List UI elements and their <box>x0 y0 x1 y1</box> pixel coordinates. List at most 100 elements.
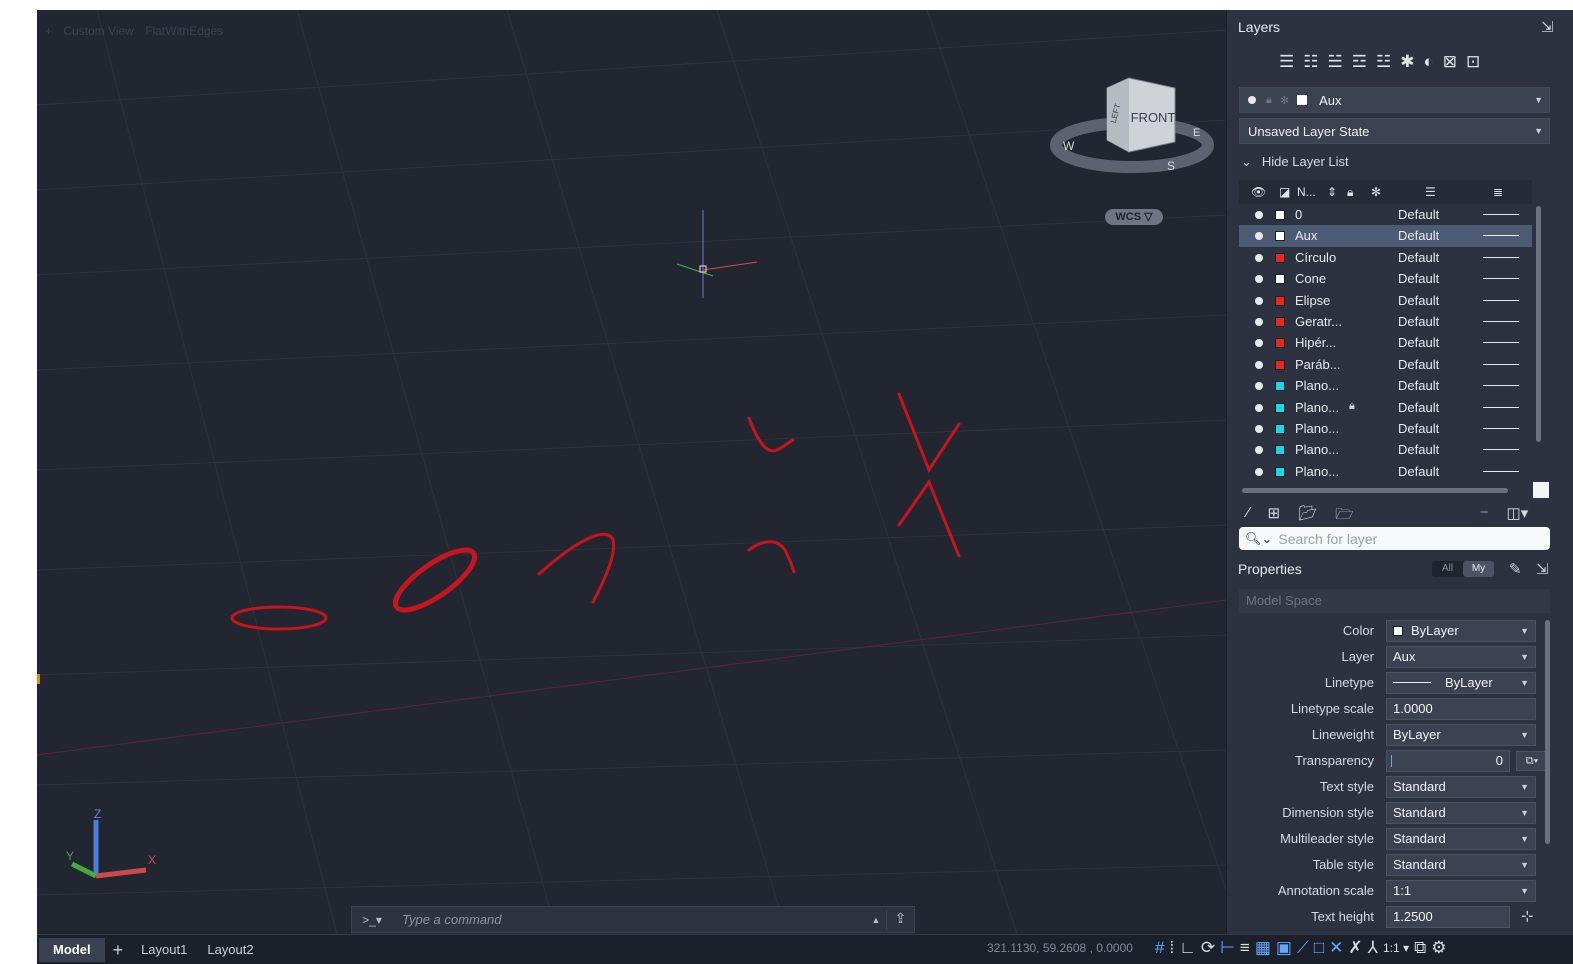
lock-column-icon[interactable]: 🔒︎ <box>1347 185 1353 200</box>
layer-linetype[interactable]: Default <box>1398 207 1439 222</box>
layer-lineweight-line[interactable] <box>1483 363 1519 365</box>
property-value-field[interactable]: 0 <box>1386 750 1510 772</box>
layer-list[interactable]: 0 Default Aux Default Círculo Default Cone Defa… <box>1239 204 1532 480</box>
compass-w[interactable]: W <box>1063 139 1075 153</box>
add-layout-button[interactable]: + <box>105 938 132 962</box>
layer-on-icon[interactable] <box>1255 446 1263 455</box>
layer-color-swatch[interactable] <box>1275 210 1285 220</box>
property-value-field[interactable]: Standard ▼ <box>1386 802 1536 824</box>
layer-on-icon[interactable] <box>1255 467 1263 476</box>
layer-linetype[interactable]: Default <box>1398 271 1439 286</box>
layer-name[interactable]: Paráb... <box>1295 357 1341 372</box>
layer-on-icon[interactable] <box>1255 382 1263 391</box>
layer-lineweight-line[interactable] <box>1483 235 1519 237</box>
save-folder-icon[interactable]: 🗁︎ <box>1335 504 1354 529</box>
tab-layout1[interactable]: Layout1 <box>131 938 197 962</box>
settings-gear-icon[interactable]: ⚙ <box>1431 938 1446 958</box>
layer-on-icon[interactable] <box>1255 211 1263 219</box>
layer-row[interactable]: 0 Default <box>1239 204 1532 225</box>
quick-select-icon[interactable]: ✎ <box>1509 560 1522 578</box>
layer-name[interactable]: Plano... <box>1295 421 1339 436</box>
layer-name[interactable]: Elipse <box>1295 293 1330 308</box>
layer-properties-icon[interactable]: ☰ <box>1279 52 1294 72</box>
transparency-slider-thumb[interactable] <box>1391 755 1392 767</box>
lineweight-toggle-icon[interactable]: ▦ <box>1255 938 1271 958</box>
layer-row[interactable]: Hipér... Default <box>1239 332 1532 353</box>
layer-on-icon[interactable] <box>1255 403 1263 412</box>
layer-list-vscrollbar[interactable] <box>1536 206 1541 442</box>
layer-lineweight-line[interactable] <box>1483 427 1519 429</box>
dock-properties-icon[interactable]: ⇲ <box>1536 560 1549 578</box>
layer-name[interactable]: Plano... <box>1295 378 1339 393</box>
layer-on-icon[interactable] <box>1255 296 1263 305</box>
annotation-scale-value[interactable]: 1:1 ▾ <box>1383 941 1409 958</box>
layer-match-icon[interactable]: ☷ <box>1303 52 1318 72</box>
layer-on-icon[interactable] <box>1255 317 1263 326</box>
tab-model[interactable]: Model <box>39 937 105 962</box>
layer-name[interactable]: Geratr... <box>1295 314 1342 329</box>
layer-linetype[interactable]: Default <box>1398 357 1439 372</box>
layer-lineweight-line[interactable] <box>1483 470 1519 472</box>
lock-icon[interactable]: 🔒︎ <box>1349 400 1355 413</box>
command-line[interactable]: >_▾ Type a command ▲ ⇪ <box>351 906 915 933</box>
layer-row[interactable]: Aux Default <box>1239 225 1532 247</box>
annotation-visibility-icon[interactable]: ✕ <box>1329 938 1343 958</box>
layer-lineweight-line[interactable] <box>1483 342 1519 344</box>
layer-color-swatch[interactable] <box>1275 295 1285 306</box>
dock-layers-icon[interactable]: ⇲ <box>1541 18 1554 36</box>
layer-isolate-icon[interactable]: ☲ <box>1352 52 1367 72</box>
layer-lineweight-line[interactable] <box>1483 449 1519 451</box>
color-column-icon[interactable]: ◪ <box>1279 185 1290 199</box>
layer-color-swatch[interactable] <box>1275 466 1285 477</box>
visual-style-label[interactable]: FlatWithEdges <box>145 24 223 38</box>
layer-linetype[interactable]: Default <box>1398 314 1439 329</box>
command-input[interactable]: Type a command <box>392 912 866 927</box>
layer-freeze-icon[interactable]: ✱ <box>1400 52 1414 72</box>
current-layer-dropdown[interactable]: 🔒︎ ✻ Aux ▼ <box>1239 87 1550 113</box>
property-value-field[interactable]: ByLayer ▼ <box>1386 672 1536 694</box>
filter-all[interactable]: All <box>1432 561 1463 577</box>
layer-color-swatch[interactable] <box>1275 359 1285 370</box>
layer-color-swatch[interactable] <box>1275 338 1285 349</box>
layer-row[interactable]: Cone Default <box>1239 268 1532 289</box>
layer-lineweight-line[interactable] <box>1483 385 1519 387</box>
layer-on-icon[interactable] <box>1255 275 1263 284</box>
property-value-field[interactable]: ByLayer ▼ <box>1386 724 1536 746</box>
lineweight-column-icon[interactable]: ≣ <box>1493 185 1503 199</box>
layer-name[interactable]: Aux <box>1295 228 1317 243</box>
layer-name[interactable]: Plano... <box>1295 464 1339 479</box>
property-value-field[interactable]: Aux ▼ <box>1386 646 1536 668</box>
property-value-field[interactable]: Standard ▼ <box>1386 828 1536 850</box>
layer-row[interactable]: Elipse Default <box>1239 290 1532 311</box>
property-value-field[interactable]: ByLayer ▼ <box>1386 620 1536 642</box>
layer-lineweight-line[interactable] <box>1483 256 1519 258</box>
layer-linetype[interactable]: Default <box>1398 400 1439 415</box>
columns-menu-icon[interactable]: ◫▾ <box>1507 504 1529 529</box>
auto-scale-icon[interactable]: ✗ <box>1348 938 1362 958</box>
name-column-header[interactable]: N... <box>1297 185 1316 199</box>
layer-name[interactable]: 0 <box>1295 207 1302 222</box>
layer-row[interactable]: Círculo Default <box>1239 247 1532 268</box>
share-icon[interactable]: ⇪ <box>886 909 914 930</box>
selection-cycling-icon[interactable]: ⟋ <box>1297 938 1309 958</box>
linetype-column-icon[interactable]: ☰ <box>1425 185 1436 199</box>
drawing-viewport[interactable]: + Custom View FlatWithEdges FRONT LEFT W… <box>37 10 1226 934</box>
layer-name[interactable]: Plano... <box>1295 442 1339 457</box>
property-value-field[interactable]: 1.0000 <box>1386 698 1536 720</box>
layer-unlock-icon[interactable]: ⊡ <box>1466 52 1480 72</box>
layer-linetype[interactable]: Default <box>1398 442 1439 457</box>
visibility-column-icon[interactable]: 👁︎ <box>1251 185 1266 199</box>
property-value-field[interactable]: 1:1 ▼ <box>1386 880 1536 902</box>
layer-color-swatch[interactable] <box>1275 231 1285 242</box>
property-value-field[interactable]: 1.2500 <box>1386 906 1510 928</box>
layer-color-swatch[interactable] <box>1275 402 1285 413</box>
open-folder-icon[interactable]: 📂︎ <box>1298 504 1317 529</box>
layer-color-swatch[interactable] <box>1275 316 1285 327</box>
text-height-pick-icon[interactable]: ⊹ <box>1521 907 1534 925</box>
delete-layer-icon[interactable]: − <box>1480 504 1489 529</box>
hide-layer-list-toggle[interactable]: ⌄ Hide Layer List <box>1241 154 1349 170</box>
polar-toggle-icon[interactable]: ⟳ <box>1201 938 1215 958</box>
ortho-toggle-icon[interactable]: ∟ <box>1179 938 1196 958</box>
tab-layout2[interactable]: Layout2 <box>197 938 263 962</box>
transparency-menu-icon[interactable]: ⧉▾ <box>1516 751 1548 771</box>
